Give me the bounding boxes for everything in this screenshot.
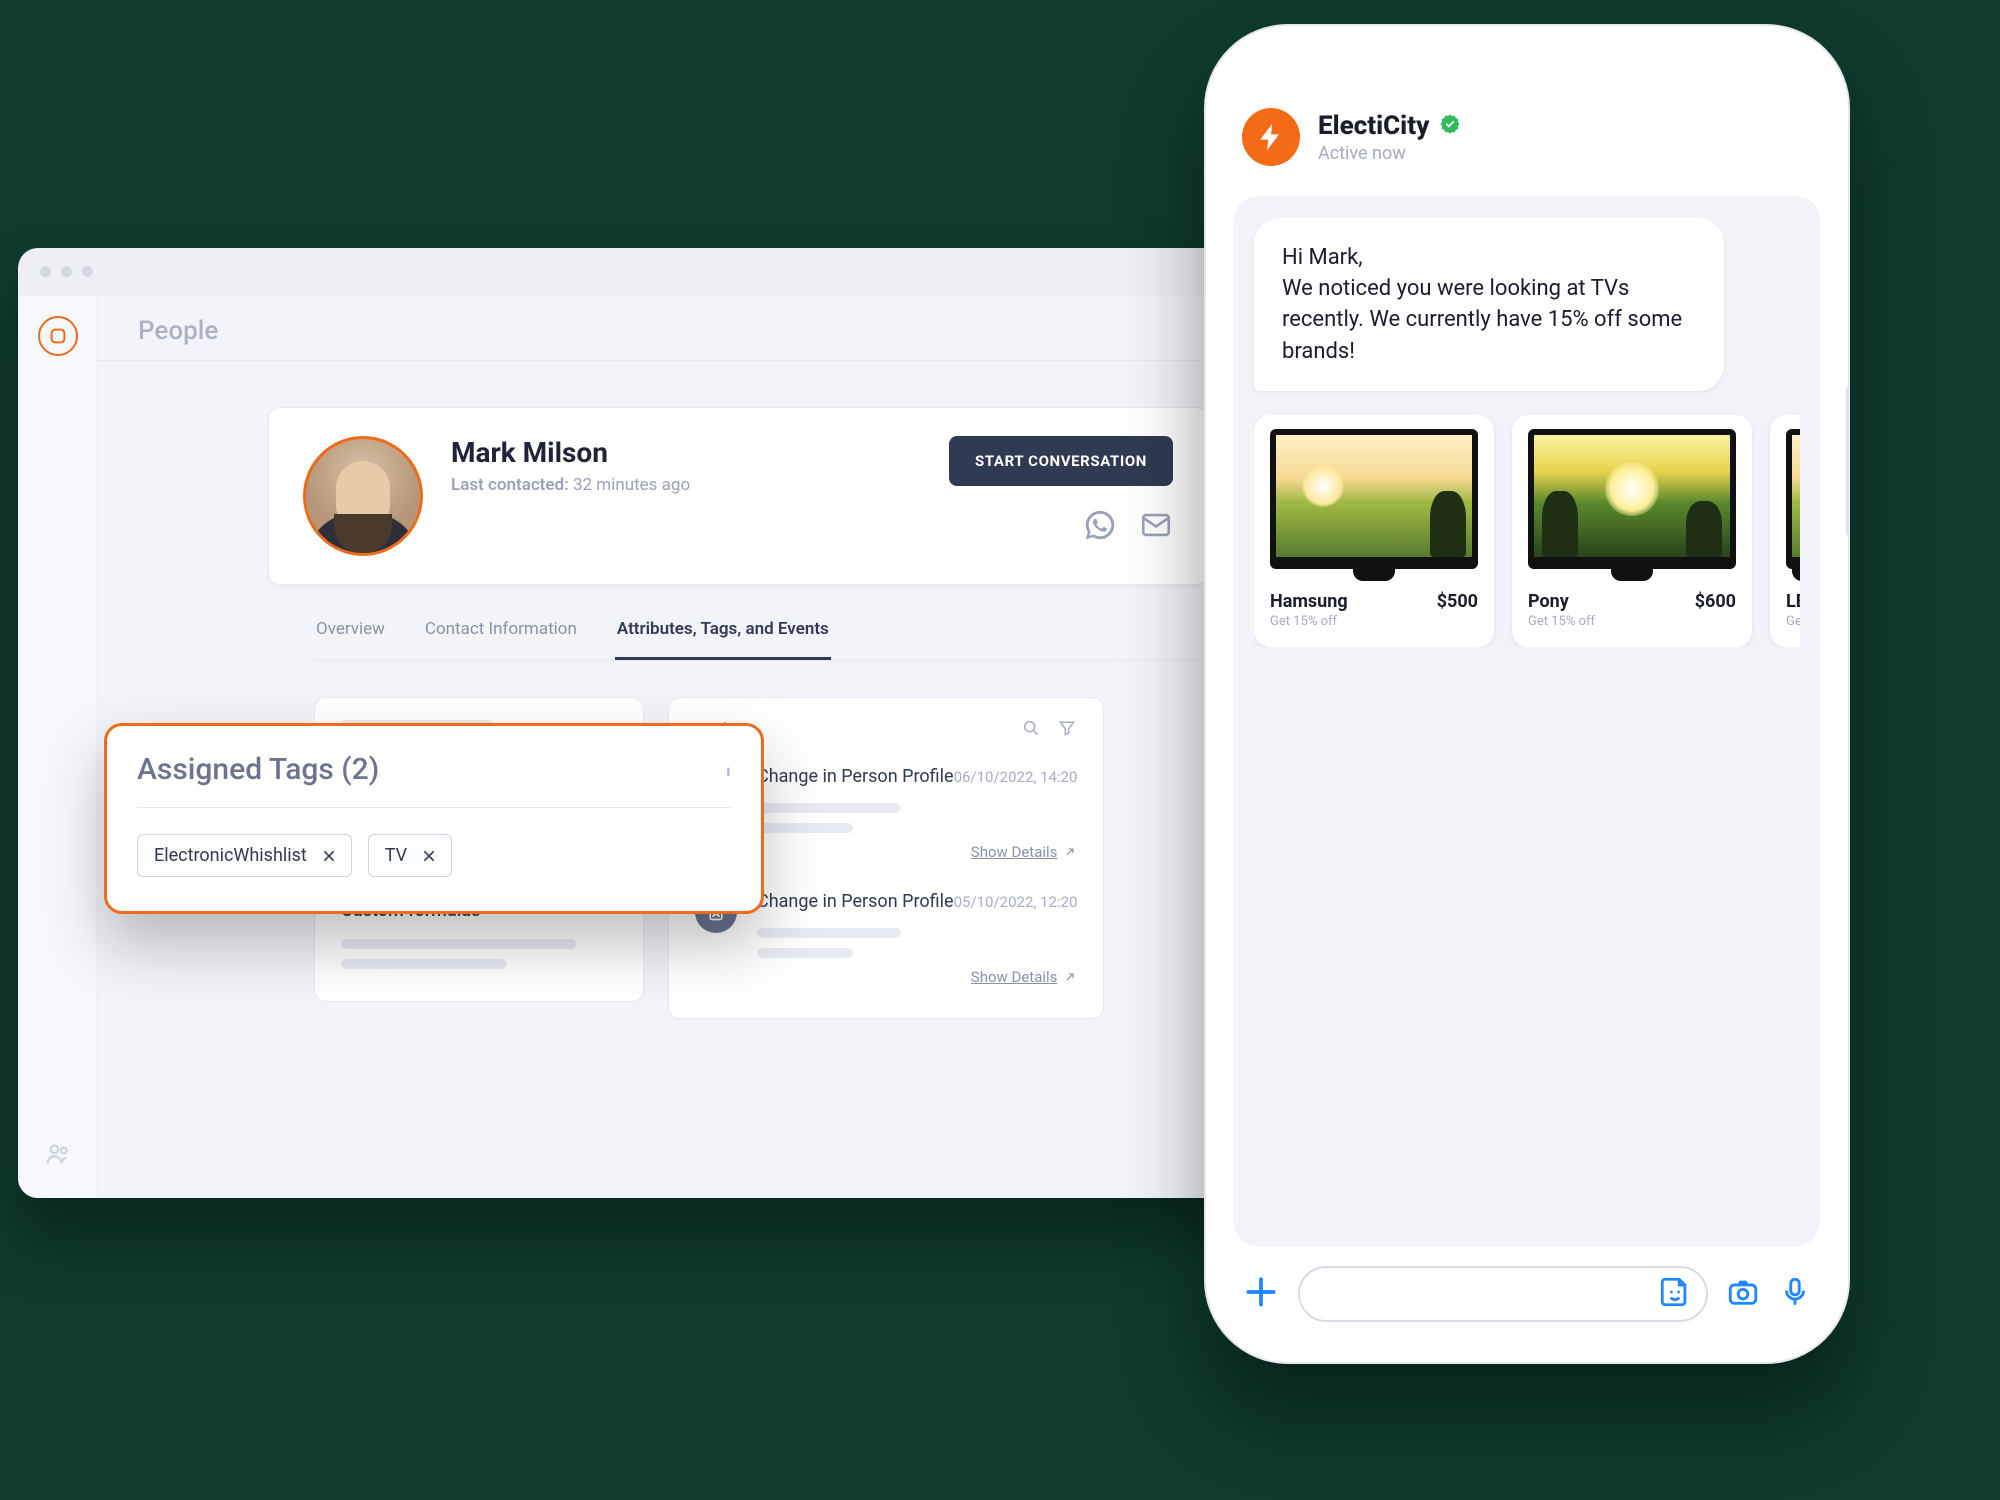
product-subtext: Get 15% off [1270, 614, 1478, 629]
tv-image [1270, 429, 1478, 569]
product-price: $500 [1437, 591, 1478, 612]
assigned-tags-title: Assigned Tags (2) [137, 752, 379, 787]
camera-icon[interactable] [1726, 1275, 1760, 1313]
remove-tag-icon[interactable] [319, 846, 339, 866]
feed-event-date: 06/10/2022, 14:20 [954, 768, 1078, 786]
nav-item-placeholder[interactable] [44, 502, 72, 530]
tab-attributes-tags-events[interactable]: Attributes, Tags, and Events [615, 609, 831, 660]
assigned-tags-card: Assigned Tags (2) ··· ElectronicWhishlis… [104, 723, 764, 914]
tag-chip[interactable]: TV [368, 834, 452, 877]
product-subtext: Get 15% off [1528, 614, 1736, 629]
tab-overview[interactable]: Overview [314, 609, 387, 660]
tag-chip[interactable]: ElectronicWhishlist [137, 834, 352, 877]
content-area: Mark Milson Last contacted: 32 minutes a… [98, 361, 1248, 1059]
brand-logo-icon[interactable] [1242, 108, 1300, 166]
nav-item-placeholder[interactable] [44, 386, 72, 414]
product-name: LB [1786, 591, 1800, 612]
remove-tag-icon[interactable] [419, 846, 439, 866]
add-attachment-icon[interactable] [1242, 1273, 1280, 1315]
message-input[interactable] [1298, 1266, 1708, 1322]
show-details-link[interactable]: Show Details [757, 968, 1077, 986]
product-carousel[interactable]: Hamsung $500 Get 15% off Pony $600 Get 1… [1254, 415, 1800, 647]
whatsapp-icon[interactable] [1083, 508, 1117, 546]
search-icon[interactable] [1021, 718, 1041, 742]
phone-mockup: ElectiCity Active now Hi Mark, We notice… [1204, 24, 1850, 1364]
product-price: $600 [1695, 591, 1736, 612]
product-name: Hamsung [1270, 591, 1348, 612]
microphone-icon[interactable] [1778, 1275, 1812, 1313]
chat-header: ElectiCity Active now [1234, 104, 1820, 196]
tag-chip-label: TV [385, 845, 407, 866]
left-nav-rail [18, 296, 98, 1198]
page-title: People [98, 316, 1248, 361]
feed-event-name: Change in Person Profile [757, 766, 954, 787]
chat-message: Hi Mark, We noticed you were looking at … [1254, 218, 1724, 391]
tag-chip-label: ElectronicWhishlist [154, 845, 307, 866]
nav-item-placeholder[interactable] [44, 560, 72, 588]
product-card[interactable]: Pony $600 Get 15% off [1512, 415, 1752, 647]
avatar[interactable] [303, 436, 423, 556]
sticker-icon[interactable] [1658, 1275, 1692, 1313]
product-subtext: Get 1 [1786, 614, 1800, 629]
chat-input-bar [1234, 1246, 1820, 1332]
message-area[interactable]: Hi Mark, We noticed you were looking at … [1234, 196, 1820, 1246]
brand-status: Active now [1318, 143, 1461, 164]
tv-image [1528, 429, 1736, 569]
more-menu-icon[interactable]: ··· [712, 765, 742, 773]
product-name: Pony [1528, 591, 1569, 612]
email-icon[interactable] [1139, 508, 1173, 546]
verified-badge-icon [1439, 113, 1461, 139]
nav-item-placeholder[interactable] [44, 444, 72, 472]
profile-card: Mark Milson Last contacted: 32 minutes a… [268, 407, 1208, 585]
product-card[interactable]: Hamsung $500 Get 15% off [1254, 415, 1494, 647]
brand-name: ElectiCity [1318, 111, 1429, 141]
feed-event-date: 05/10/2022, 12:20 [954, 893, 1078, 911]
last-contacted: Last contacted: 32 minutes ago [451, 475, 921, 495]
show-details-link[interactable]: Show Details [757, 843, 1077, 861]
tv-image [1786, 429, 1800, 569]
window-traffic-lights [40, 266, 93, 277]
filter-icon[interactable] [1057, 718, 1077, 742]
contact-name: Mark Milson [451, 436, 921, 469]
app-logo-icon[interactable] [38, 316, 78, 356]
start-conversation-button[interactable]: START CONVERSATION [949, 436, 1173, 486]
nav-item-people-icon[interactable] [44, 1140, 72, 1168]
feed-event-name: Change in Person Profile [757, 891, 954, 912]
tab-contact-information[interactable]: Contact Information [423, 609, 579, 660]
profile-tabs: Overview Contact Information Attributes,… [314, 609, 1200, 661]
product-card[interactable]: LB Get 1 [1770, 415, 1800, 647]
